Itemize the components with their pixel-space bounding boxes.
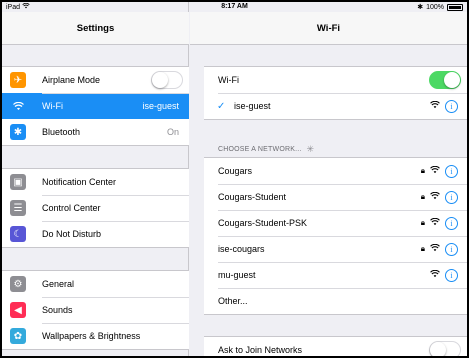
network-name: ise-cougars	[218, 244, 265, 254]
wifi-icon	[10, 98, 26, 114]
network-row-cougars-student[interactable]: Cougars-Student 🔒︎ i	[204, 184, 467, 210]
sidebar-item-label: Control Center	[42, 203, 101, 213]
sidebar-item-notification-center[interactable]: ▣ Notification Center	[2, 169, 189, 195]
wifi-toggle-row: Wi-Fi	[204, 67, 467, 93]
wifi-page-title: Wi-Fi	[316, 22, 341, 34]
section-header: CHOOSE A NETWORK...	[218, 146, 302, 153]
wifi-network-value: ise-guest	[142, 101, 179, 111]
bluetooth-status-value: On	[166, 127, 179, 137]
settings-group-general: ⚙ General ◀ Sounds ✿ Wallpapers & Bright…	[2, 270, 189, 350]
flower-icon: ✿	[10, 328, 26, 344]
network-list: Cougars 🔒︎ i Cougars-Student 🔒︎ i Cougar…	[204, 157, 467, 315]
network-name: mu-guest	[218, 270, 256, 280]
wifi-header: Wi-Fi	[190, 12, 467, 45]
other-network-label: Other...	[218, 296, 248, 306]
network-name: Cougars	[218, 166, 253, 176]
settings-header: Settings	[2, 12, 189, 45]
sidebar-item-bluetooth[interactable]: ✱ Bluetooth On	[2, 119, 189, 145]
info-icon[interactable]: i	[445, 99, 458, 113]
wifi-toggle-label: Wi-Fi	[218, 75, 239, 85]
info-icon[interactable]: i	[445, 268, 458, 282]
gear-icon: ⚙	[10, 276, 26, 292]
network-row-mu-guest[interactable]: mu-guest i	[204, 262, 467, 288]
sidebar-item-wifi[interactable]: Wi-Fi ise-guest	[2, 93, 189, 119]
network-row-cougars[interactable]: Cougars 🔒︎ i	[204, 158, 467, 184]
sidebar-item-wallpapers-brightness[interactable]: ✿ Wallpapers & Brightness	[2, 323, 189, 349]
settings-sidebar: Settings ✈ Airplane Mode Wi-Fi ise-guest…	[2, 2, 189, 356]
airplane-icon: ✈	[10, 72, 26, 88]
ask-to-join-row: Ask to Join Networks	[204, 337, 467, 356]
network-name: Cougars-Student	[218, 192, 287, 202]
settings-title: Settings	[76, 22, 115, 34]
lock-icon: 🔒︎	[420, 244, 425, 253]
lock-icon: 🔒︎	[420, 166, 425, 175]
ask-to-join-group: Ask to Join Networks	[204, 336, 467, 356]
sidebar-item-label: Notification Center	[42, 177, 117, 187]
settings-group-connectivity: ✈ Airplane Mode Wi-Fi ise-guest ✱ Blueto…	[2, 66, 189, 146]
wifi-signal-icon	[430, 100, 440, 111]
wifi-status-group: Wi-Fi ✓ ise-guest i	[204, 66, 467, 120]
wifi-signal-icon	[430, 165, 440, 176]
network-row-other[interactable]: Other...	[204, 288, 467, 314]
network-row-ise-cougars[interactable]: ise-cougars 🔒︎ i	[204, 236, 467, 262]
network-name: ise-guest	[234, 101, 271, 111]
sidebar-item-label: Bluetooth	[42, 127, 81, 137]
notification-center-icon: ▣	[10, 174, 26, 190]
control-center-icon: ☰	[10, 200, 26, 216]
settings-group-centers: ▣ Notification Center ☰ Control Center ☾…	[2, 168, 189, 248]
sidebar-item-label: Wi-Fi	[42, 101, 63, 111]
sidebar-item-label: Airplane Mode	[42, 75, 101, 85]
bluetooth-icon: ✱	[10, 124, 26, 140]
wifi-toggle[interactable]	[429, 71, 461, 89]
network-row-cougars-student-psk[interactable]: Cougars-Student-PSK 🔒︎ i	[204, 210, 467, 236]
wifi-signal-icon	[430, 191, 440, 202]
bluetooth-icon: ✱	[417, 4, 424, 11]
wifi-detail-pane: Wi-Fi Wi-Fi ✓ ise-guest i CHOOSE A NETWO…	[190, 2, 467, 356]
sidebar-item-general[interactable]: ⚙ General	[2, 271, 189, 297]
battery-icon	[447, 3, 463, 11]
sidebar-item-label: Sounds	[42, 305, 73, 315]
status-time: 8:17 AM	[221, 3, 248, 10]
wifi-signal-icon	[430, 269, 440, 280]
sidebar-item-sounds[interactable]: ◀ Sounds	[2, 297, 189, 323]
battery-percent: 100%	[426, 3, 444, 11]
speaker-icon: ◀	[10, 302, 26, 318]
ask-to-join-label: Ask to Join Networks	[218, 345, 303, 355]
sidebar-item-airplane-mode[interactable]: ✈ Airplane Mode	[2, 67, 189, 93]
airplane-mode-toggle[interactable]	[151, 71, 183, 89]
network-name: Cougars-Student-PSK	[218, 218, 308, 228]
status-bar: iPad 8:17 AM ✱ 100%	[2, 2, 467, 12]
moon-icon: ☾	[10, 226, 26, 242]
info-icon[interactable]: i	[445, 242, 458, 256]
checkmark-icon: ✓	[217, 100, 226, 112]
sidebar-item-label: General	[42, 279, 75, 289]
sidebar-item-control-center[interactable]: ☰ Control Center	[2, 195, 189, 221]
status-right: ✱ 100%	[417, 3, 463, 11]
lock-icon: 🔒︎	[420, 218, 425, 227]
sidebar-item-label: Do Not Disturb	[42, 229, 102, 239]
connected-network-row[interactable]: ✓ ise-guest i	[204, 93, 467, 119]
ipad-screen: Settings ✈ Airplane Mode Wi-Fi ise-guest…	[2, 2, 467, 356]
lock-icon: 🔒︎	[420, 192, 425, 201]
choose-network-section: CHOOSE A NETWORK... ✳	[218, 144, 314, 155]
ask-to-join-toggle[interactable]	[429, 341, 461, 356]
info-icon[interactable]: i	[445, 164, 458, 178]
info-icon[interactable]: i	[445, 190, 458, 204]
loading-spinner-icon: ✳	[306, 144, 315, 154]
wifi-signal-icon	[430, 243, 440, 254]
info-icon[interactable]: i	[445, 216, 458, 230]
wifi-signal-icon	[430, 217, 440, 228]
sidebar-item-do-not-disturb[interactable]: ☾ Do Not Disturb	[2, 221, 189, 247]
sidebar-item-label: Wallpapers & Brightness	[42, 331, 141, 341]
